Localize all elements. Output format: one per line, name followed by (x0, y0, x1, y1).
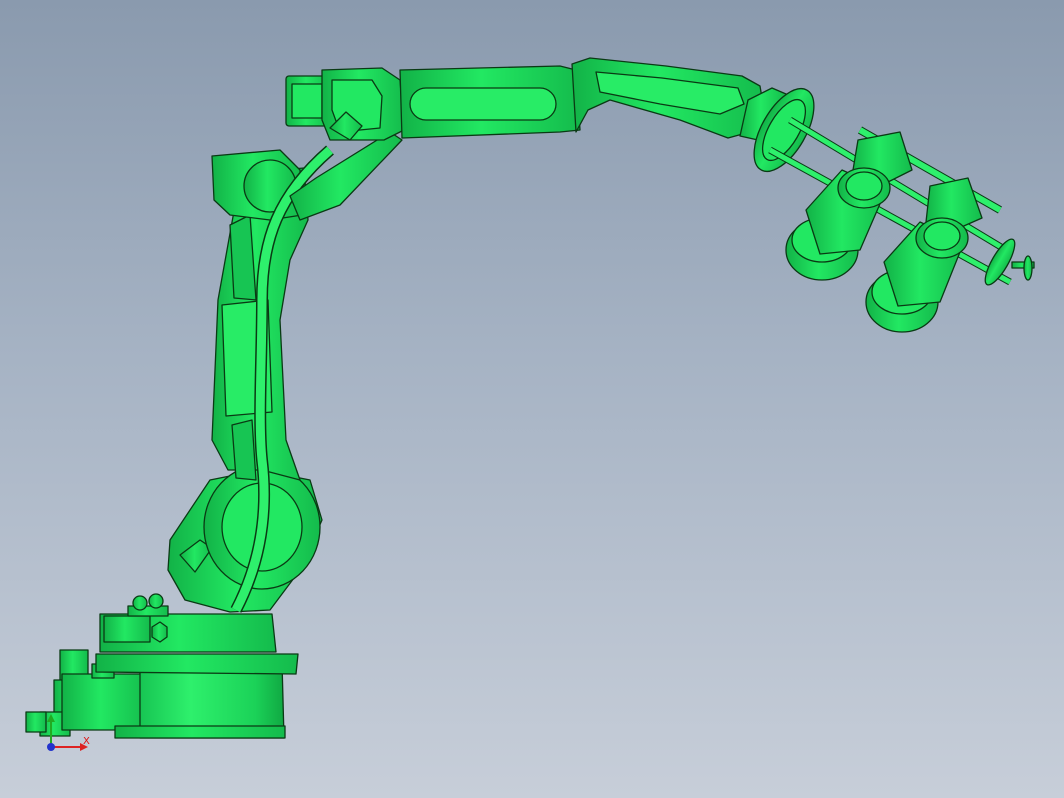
3d-graphics-viewport[interactable]: X (0, 0, 1064, 798)
gripper-tool (768, 117, 1035, 333)
triad-z-axis (47, 743, 55, 751)
robot-lower-arm (167, 149, 323, 613)
triad-x-label: X (83, 736, 90, 747)
robot-arm-model[interactable] (0, 0, 1064, 798)
robot-upper-arm (285, 57, 765, 221)
robot-base (25, 593, 299, 739)
